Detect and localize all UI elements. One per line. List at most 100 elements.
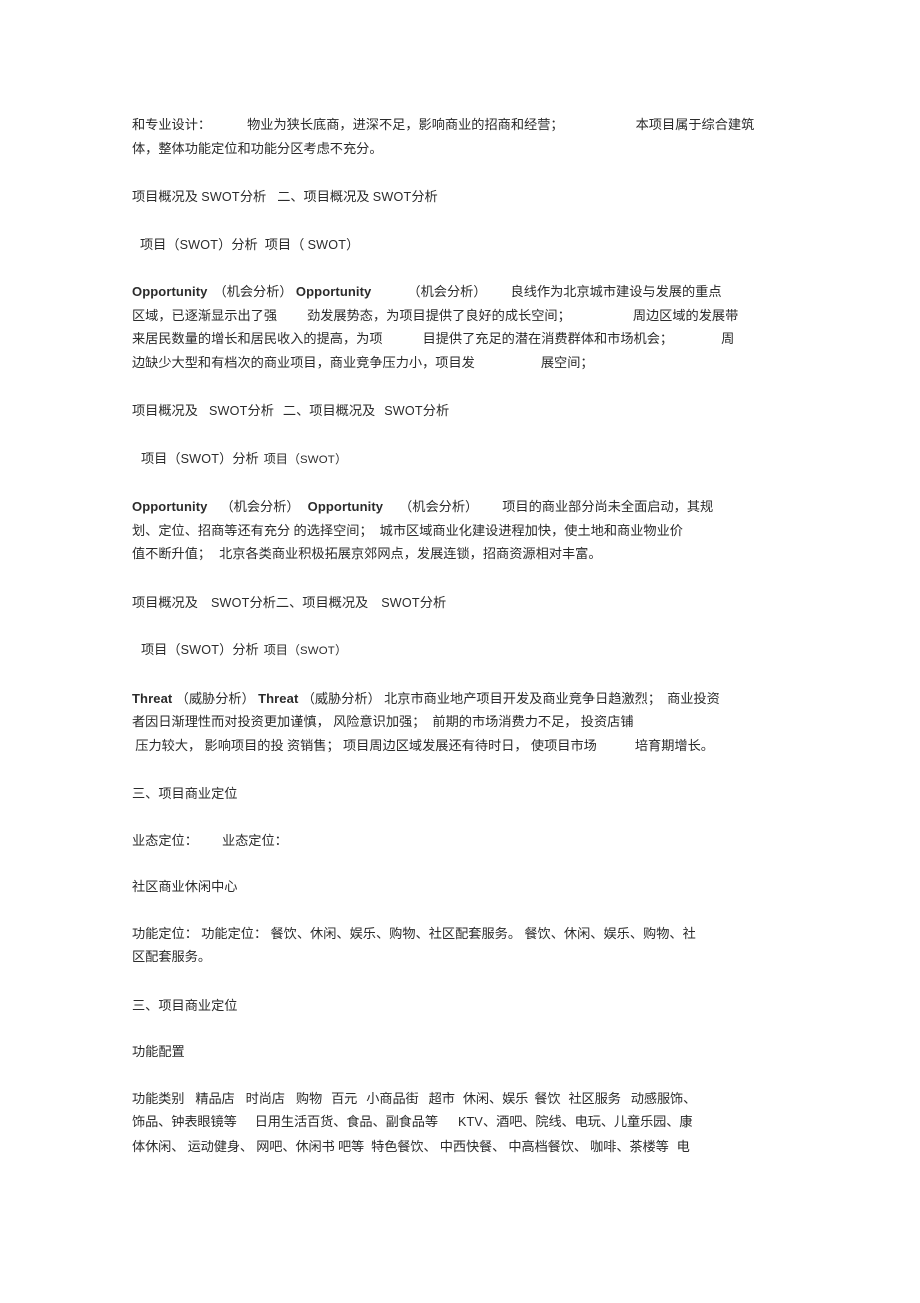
opportunity-1-line2-a: 区域，已逐渐显示出了强 [132,307,278,323]
heading2-part-d: 分析 [422,403,450,418]
threat-keyword2: Threat [258,690,299,706]
opportunity-2-keyword2: Opportunity [307,499,384,514]
intro-line1-c: 本项目属于综合建筑 [635,117,755,132]
function-positioning-label-a: 功能定位： [132,925,198,941]
paragraph-function-positioning: 功能定位： 功能定位： 餐饮、休闲、娱乐、购物、社区配套服务。 餐饮、休闲、娱乐… [132,922,788,969]
opportunity-2-line3-b: 北京各类商业积极拓展京郊网点，发展连锁，招商资源相对丰富。 [219,546,602,561]
paragraph-threat: Threat （威胁分析） Threat （威胁分析） 北京市商业地产项目开发及… [132,687,788,758]
opportunity-1-line2-c: 周边区域的发展带 [632,307,739,323]
threat-keyword: Threat [132,690,173,706]
intro-line1-b: 物业为狭长底商，进深不足，影响商业的招商和经营； [247,117,564,132]
fn-row2-col3-latin: KTV [457,1115,484,1129]
opportunity-2-label: （机会分析） [220,499,300,514]
opportunity-1-keyword2: Opportunity [295,284,372,299]
heading1-swot2: SWOT [372,190,412,204]
fn-row1-col11: 动感服饰、 [630,1090,697,1106]
fn-row3-col1: 体休闲、 [132,1138,185,1154]
function-category-listing: 功能类别 精品店 时尚店 购物 百元 小商品街 超市 休闲、娱乐 餐饮 社区服务 动感服饰、 饰品、钟… [132,1087,788,1159]
threat-line3-e: 使项目市场 [530,737,597,753]
subheading1-part-c: 项目（ [264,236,305,252]
subheading1-swot: SWOT [179,237,219,252]
function-positioning-value-a: 餐饮、休闲、娱乐、购物、社区配套服务。 [270,925,522,941]
heading1-part-a: 项目概况及 [132,189,198,204]
heading2-swot2: SWOT [384,404,423,418]
opportunity-1-line3-c: 周 [721,331,735,346]
paragraph-intro: 和专业设计： 物业为狭长底商，进深不足，影响商业的招商和经营； 本项目属于综合建筑体… [132,113,788,160]
opportunity-2-label2: （机会分析） [399,499,479,514]
opportunity-1-line4-b: 展空间； [540,354,594,370]
threat-line2-a: 者因日渐理性而对投资更加谨慎， [132,714,330,729]
fn-row2-col3: 、酒吧、院线、电玩、儿童乐园、康 [483,1114,693,1129]
intro-line1-a: 和专业设计： [132,117,212,132]
heading2-part-b: 分析 [247,403,274,418]
subheading2-part-b: ）分析 [219,450,259,466]
opportunity-1-label2: （机会分析） [407,284,487,299]
subheading3-part-c: 项目（ [263,643,300,657]
opportunity-2-line1-tail: 项目的商业部分尚未全面启动，其规 [502,499,714,514]
subheading1-part-a: 项目（ [140,236,180,252]
threat-line3-f: 培育期增长。 [634,737,714,753]
opportunity-2-keyword: Opportunity [132,499,208,514]
fn-row3-col8: 咖啡、茶楼等 [590,1138,669,1154]
threat-line3-c: 资销售； [286,737,340,753]
format-positioning-label-b: 业态定位： [221,832,288,848]
fn-row3-col9: 电 [676,1138,690,1154]
opportunity-2-line2-a: 划、定位、招商等还有充分 [132,522,291,538]
subheading-project-swot-3: 项目（SWOT）分析 项目（SWOT） [132,638,788,664]
opportunity-1-line4-a: 边缺少大型和有档次的商业项目，商业竞争压力小，项目发 [132,354,475,370]
subheading1-swot2: SWOT [307,237,347,252]
label-format-positioning: 业态定位： 业态定位： [132,829,788,853]
paragraph-opportunity-1: Opportunity （机会分析） Opportunity （机会分析） 良线作为北… [132,280,788,374]
subheading1-part-d: ） [346,236,360,252]
threat-line3-d: 项目周边区域发展还有待时日， [343,737,528,753]
fn-row1-col8: 休闲、娱乐 [462,1090,529,1106]
heading2-swot: SWOT [208,404,248,418]
subheading2-swot2: SWOT [300,453,335,466]
fn-row1-col10: 社区服务 [568,1090,621,1106]
threat-label2: （威胁分析） [301,690,381,706]
fn-row3-col4: 吧等 [337,1138,365,1154]
threat-line3-b: 影响项目的投 [204,737,284,753]
fn-row2-col1: 饰品、钟表眼镜等 [132,1114,237,1129]
opportunity-1-line2-b: 劲发展势态，为项目提供了良好的成长空间； [307,307,571,323]
opportunity-1-label: （机会分析） [213,284,293,299]
fn-row3-col6: 中西快餐、 [439,1138,506,1154]
opportunity-2-line2-c: 城市区域商业化建设进程加快，使土地和商业物业价 [379,522,683,538]
heading-commercial-positioning-2: 三、项目商业定位 [132,997,238,1013]
fn-row1-col7: 超市 [428,1090,455,1106]
subheading-project-swot-2: 项目（SWOT）分析 项目（SWOT） [132,447,788,473]
fn-row1-col3: 时尚店 [245,1090,285,1106]
opportunity-1-line3-b: 目提供了充足的潜在消费群体和市场机会； [422,331,674,346]
subheading3-part-d: ） [334,643,348,657]
threat-line2-d: 投资店铺 [580,714,634,729]
value-format-positioning: 社区商业休闲中心 [132,879,238,894]
fn-row1-col6: 小商品街 [366,1090,419,1106]
heading1-part-c: 二、项目概况及 [277,189,370,204]
heading-commercial-positioning-1: 三、项目商业定位 [132,786,238,801]
threat-line2-b: 风险意识加强； [333,714,426,729]
document-body: 和专业设计： 物业为狭长底商，进深不足，影响商业的招商和经营； 本项目属于综合建筑体… [132,113,788,1158]
subheading-project-swot-1: 项目（SWOT）分析 项目（ SWOT） [132,233,788,258]
fn-row3-col3: 网吧、休闲书 [256,1138,335,1154]
paragraph-opportunity-2: Opportunity （机会分析） Opportunity （机会分析） 项目的商业部… [132,495,788,566]
threat-line3-a: 压力较大， [135,737,202,753]
fn-row1-col5: 百元 [331,1090,358,1106]
intro-line2: 体，整体功能定位和功能分区考虑不充分。 [132,140,383,156]
fn-row2-col2: 日用生活百货、食品、副食品等 [254,1114,438,1129]
heading3-swot: SWOT [210,595,250,610]
